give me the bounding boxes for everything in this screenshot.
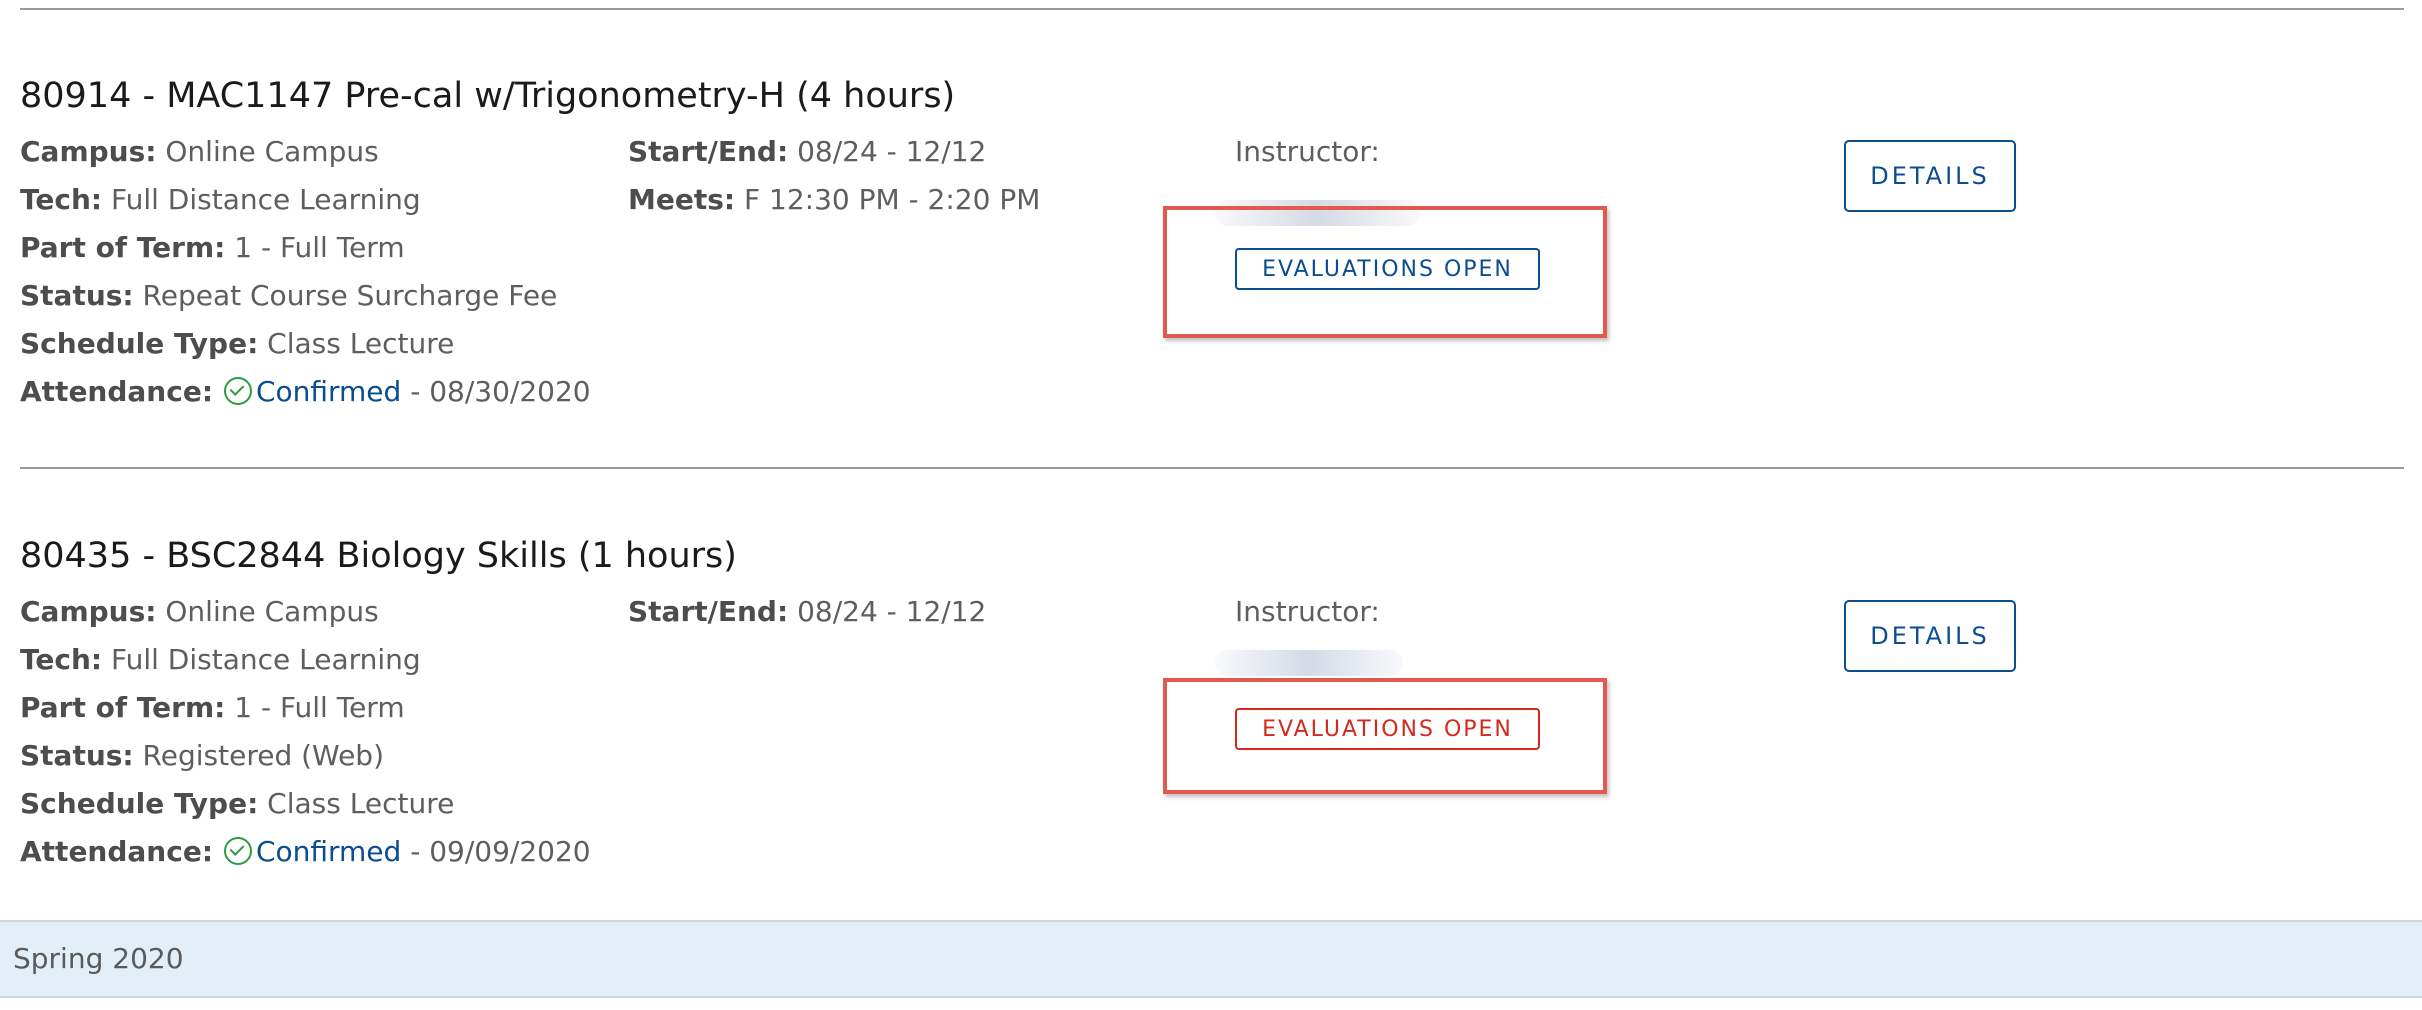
course-card-mac1147: 80914 - MAC1147 Pre-cal w/Trigonometry-H… [0, 76, 2422, 516]
attendance-label: Attendance: [20, 835, 214, 868]
course-divider [20, 467, 2404, 469]
course-info-column: Campus: Online Campus Tech: Full Distanc… [20, 588, 591, 876]
instructor-column: Instructor: [1235, 588, 1380, 636]
attendance-status-link[interactable]: Confirmed [256, 835, 401, 868]
evaluations-open-button[interactable]: EVALUATIONS OPEN [1235, 708, 1540, 750]
start-end-label: Start/End: [628, 595, 789, 628]
course-info-column: Campus: Online Campus Tech: Full Distanc… [20, 128, 591, 416]
schedule-type-label: Schedule Type: [20, 787, 259, 820]
status-value: Registered (Web) [142, 739, 385, 772]
instructor-column: Instructor: [1235, 128, 1380, 176]
attendance-date: - 08/30/2020 [410, 375, 591, 408]
term-label: Spring 2020 [13, 942, 184, 975]
instructor-label: Instructor: [1235, 135, 1380, 168]
part-of-term-label: Part of Term: [20, 231, 226, 264]
status-label: Status: [20, 739, 134, 772]
start-end-value: 08/24 - 12/12 [797, 135, 987, 168]
attendance-label: Attendance: [20, 375, 214, 408]
part-of-term-value: 1 - Full Term [234, 691, 405, 724]
instructor-name-redacted [1215, 650, 1403, 676]
check-circle-icon [223, 837, 252, 865]
part-of-term-label: Part of Term: [20, 691, 226, 724]
course-title: 80435 - BSC2844 Biology Skills (1 hours) [20, 536, 737, 576]
check-circle-icon [223, 377, 252, 405]
tech-value: Full Distance Learning [111, 643, 421, 676]
meets-value: F 12:30 PM - 2:20 PM [744, 183, 1041, 216]
campus-label: Campus: [20, 135, 157, 168]
schedule-type-label: Schedule Type: [20, 327, 259, 360]
schedule-type-value: Class Lecture [267, 787, 455, 820]
status-label: Status: [20, 279, 134, 312]
attendance-date: - 09/09/2020 [410, 835, 591, 868]
details-button[interactable]: DETAILS [1844, 600, 2016, 672]
part-of-term-value: 1 - Full Term [234, 231, 405, 264]
course-meeting-column: Start/End: 08/24 - 12/12 [628, 588, 986, 636]
campus-value: Online Campus [165, 135, 379, 168]
details-button[interactable]: DETAILS [1844, 140, 2016, 212]
start-end-value: 08/24 - 12/12 [797, 595, 987, 628]
campus-label: Campus: [20, 595, 157, 628]
course-title: 80914 - MAC1147 Pre-cal w/Trigonometry-H… [20, 76, 956, 116]
course-card-bsc2844: 80435 - BSC2844 Biology Skills (1 hours)… [0, 536, 2422, 976]
tech-label: Tech: [20, 183, 103, 216]
term-section-header[interactable]: Spring 2020 [0, 920, 2422, 998]
tech-label: Tech: [20, 643, 103, 676]
attendance-status-link[interactable]: Confirmed [256, 375, 401, 408]
meets-label: Meets: [628, 183, 736, 216]
status-value: Repeat Course Surcharge Fee [142, 279, 558, 312]
campus-value: Online Campus [165, 595, 379, 628]
tech-value: Full Distance Learning [111, 183, 421, 216]
instructor-label: Instructor: [1235, 595, 1380, 628]
evaluations-open-button[interactable]: EVALUATIONS OPEN [1235, 248, 1540, 290]
top-divider [20, 8, 2404, 10]
course-meeting-column: Start/End: 08/24 - 12/12 Meets: F 12:30 … [628, 128, 1040, 224]
schedule-type-value: Class Lecture [267, 327, 455, 360]
start-end-label: Start/End: [628, 135, 789, 168]
